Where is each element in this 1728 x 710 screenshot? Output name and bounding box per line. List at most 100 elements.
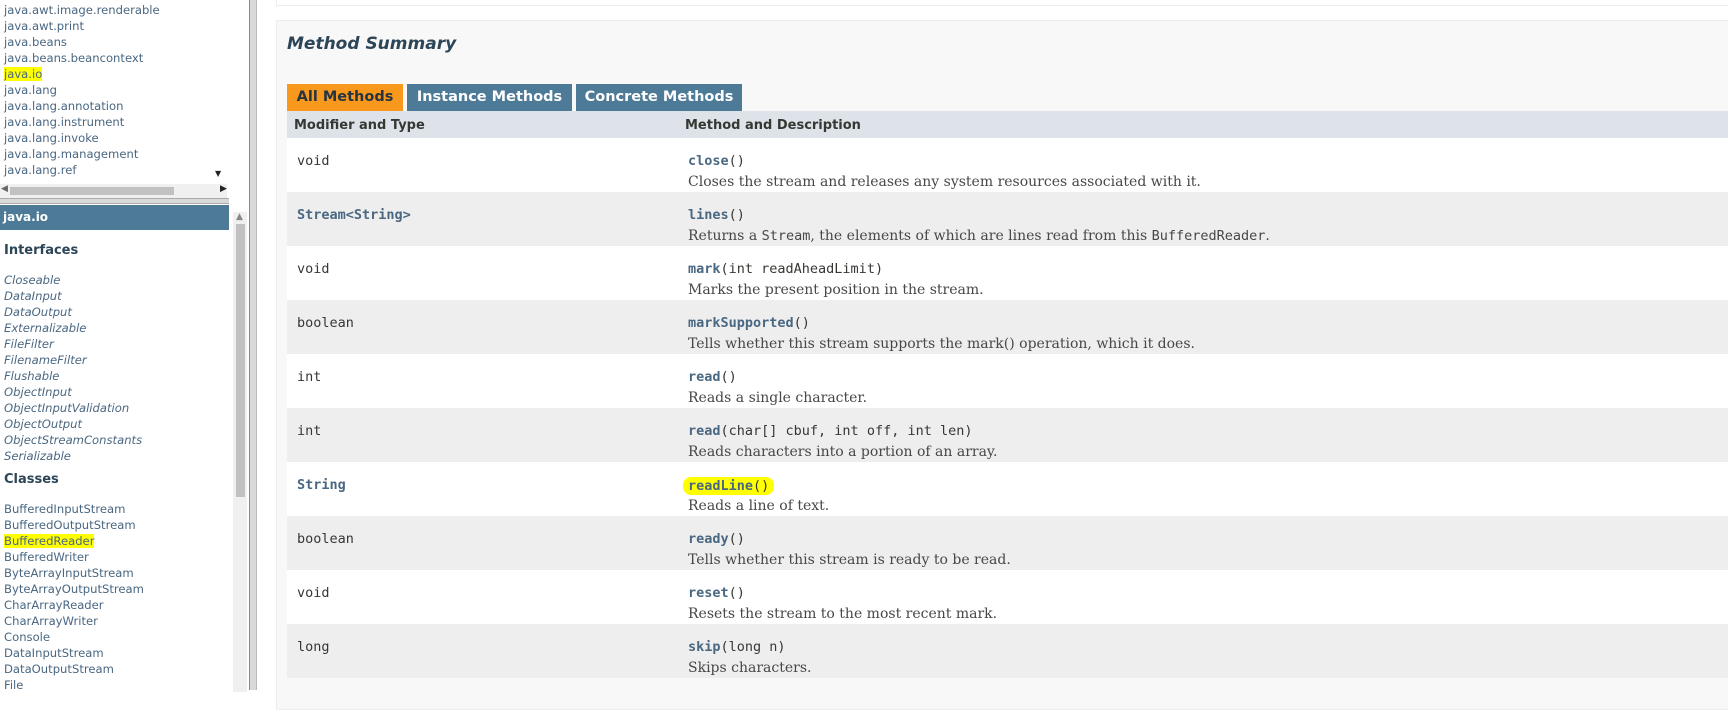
- package-link[interactable]: java.lang: [4, 82, 209, 98]
- method-description: Marks the present position in the stream…: [688, 282, 984, 298]
- class-link[interactable]: BufferedOutputStream: [4, 517, 209, 533]
- return-type: void: [297, 261, 330, 277]
- table-row: long skip(long n) Skips characters.: [287, 624, 1728, 678]
- package-header[interactable]: java.io: [0, 205, 229, 230]
- class-link[interactable]: CharArrayWriter: [4, 613, 209, 629]
- method-description: Closes the stream and releases any syste…: [688, 174, 1201, 190]
- return-type-link[interactable]: String: [297, 477, 346, 493]
- class-link[interactable]: ByteArrayOutputStream: [4, 581, 209, 597]
- method-description: Reads characters into a portion of an ar…: [688, 444, 998, 460]
- method-description: Reads a line of text.: [688, 498, 830, 514]
- method-signature: ready(): [688, 531, 745, 547]
- col-header-method: Method and Description: [685, 118, 861, 133]
- return-type: boolean: [297, 531, 354, 547]
- interface-link[interactable]: Closeable: [4, 272, 209, 288]
- scroll-right-arrow-icon[interactable]: ▶: [220, 184, 227, 194]
- method-description: Reads a single character.: [688, 390, 868, 406]
- interface-link[interactable]: ObjectInputValidation: [4, 400, 209, 416]
- type-link[interactable]: Stream: [762, 228, 811, 244]
- class-link-highlighted[interactable]: BufferedReader: [4, 533, 209, 549]
- package-link[interactable]: java.awt.image.renderable: [4, 2, 209, 18]
- scroll-up-arrow-icon[interactable]: ▲: [236, 212, 243, 222]
- class-link[interactable]: DataInputStream: [4, 645, 209, 661]
- method-link[interactable]: mark: [688, 261, 721, 277]
- method-signature: markSupported(): [688, 315, 810, 331]
- method-link[interactable]: reset: [688, 585, 729, 601]
- package-link[interactable]: java.awt.print: [4, 18, 209, 34]
- frame-splitter-vertical[interactable]: [249, 0, 257, 690]
- table-header: Modifier and Type Method and Description: [287, 111, 1728, 138]
- class-link[interactable]: Console: [4, 629, 209, 645]
- package-vertical-scrollbar[interactable]: ▼: [213, 0, 227, 180]
- package-link-highlighted[interactable]: java.io: [4, 66, 209, 82]
- table-row: boolean markSupported() Tells whether th…: [287, 300, 1728, 354]
- package-link[interactable]: java.lang.ref: [4, 162, 209, 178]
- method-link[interactable]: skip: [688, 639, 721, 655]
- table-row: void close() Closes the stream and relea…: [287, 138, 1728, 192]
- method-description: Tells whether this stream is ready to be…: [688, 552, 1011, 568]
- method-signature: skip(long n): [688, 639, 786, 655]
- class-link[interactable]: DataOutputStream: [4, 661, 209, 677]
- method-link[interactable]: ready: [688, 531, 729, 547]
- package-link[interactable]: java.lang.management: [4, 146, 209, 162]
- method-description: Returns a Stream, the elements of which …: [688, 228, 1270, 244]
- method-link[interactable]: close: [688, 153, 729, 169]
- method-link[interactable]: readLine: [688, 478, 753, 494]
- scroll-left-arrow-icon[interactable]: ◀: [1, 184, 8, 194]
- interface-link[interactable]: Serializable: [4, 448, 209, 464]
- scrollbar-thumb[interactable]: [10, 187, 174, 195]
- class-link[interactable]: BufferedWriter: [4, 549, 209, 565]
- method-description: Tells whether this stream supports the m…: [688, 336, 1195, 352]
- method-link[interactable]: markSupported: [688, 315, 794, 331]
- method-signature: read(): [688, 369, 737, 385]
- method-signature: mark(int readAheadLimit): [688, 261, 884, 277]
- class-vertical-scrollbar[interactable]: ▲: [233, 212, 247, 692]
- class-link[interactable]: File: [4, 677, 209, 690]
- interfaces-heading: Interfaces: [4, 243, 79, 258]
- tab-all-methods[interactable]: All Methods: [287, 84, 403, 111]
- return-type-link[interactable]: Stream<String>: [297, 207, 411, 223]
- scrollbar-thumb[interactable]: [236, 224, 245, 497]
- table-row: void mark(int readAheadLimit) Marks the …: [287, 246, 1728, 300]
- interface-link[interactable]: Flushable: [4, 368, 209, 384]
- package-link[interactable]: java.lang.annotation: [4, 98, 209, 114]
- method-link[interactable]: read: [688, 423, 721, 439]
- return-type: int: [297, 423, 322, 439]
- col-header-type: Modifier and Type: [294, 118, 425, 133]
- method-signature: lines(): [688, 207, 745, 223]
- package-link[interactable]: java.lang.instrument: [4, 114, 209, 130]
- method-link[interactable]: lines: [688, 207, 729, 223]
- package-link[interactable]: java.lang.invoke: [4, 130, 209, 146]
- method-signature: close(): [688, 153, 745, 169]
- table-row: int read() Reads a single character.: [287, 354, 1728, 408]
- interface-link[interactable]: FilenameFilter: [4, 352, 209, 368]
- class-link[interactable]: ByteArrayInputStream: [4, 565, 209, 581]
- table-row: int read(char[] cbuf, int off, int len) …: [287, 408, 1728, 462]
- interface-link[interactable]: ObjectInput: [4, 384, 209, 400]
- tab-concrete-methods[interactable]: Concrete Methods: [576, 84, 742, 111]
- interface-link[interactable]: Externalizable: [4, 320, 209, 336]
- class-link[interactable]: CharArrayReader: [4, 597, 209, 613]
- interface-link[interactable]: ObjectStreamConstants: [4, 432, 209, 448]
- scroll-down-arrow-icon[interactable]: ▼: [215, 169, 221, 178]
- class-link[interactable]: BufferedInputStream: [4, 501, 209, 517]
- method-signature: reset(): [688, 585, 745, 601]
- interface-link[interactable]: DataOutput: [4, 304, 209, 320]
- method-description: Resets the stream to the most recent mar…: [688, 606, 998, 622]
- return-type: void: [297, 585, 330, 601]
- frame-splitter[interactable]: [0, 198, 229, 204]
- package-link[interactable]: java.beans.beancontext: [4, 50, 209, 66]
- class-content-frame: Method Summary All Methods Instance Meth…: [257, 0, 1728, 710]
- previous-section-box: [276, 0, 1728, 6]
- class-list-frame: java.io Interfaces Closeable DataInput D…: [0, 205, 229, 690]
- table-row: String readLine() Reads a line of text.: [287, 462, 1728, 516]
- method-link[interactable]: read: [688, 369, 721, 385]
- method-signature: read(char[] cbuf, int off, int len): [688, 423, 973, 439]
- interface-link[interactable]: FileFilter: [4, 336, 209, 352]
- package-horizontal-scrollbar[interactable]: ◀ ▶: [0, 184, 227, 198]
- interface-link[interactable]: ObjectOutput: [4, 416, 209, 432]
- package-link[interactable]: java.beans: [4, 34, 209, 50]
- tab-instance-methods[interactable]: Instance Methods: [407, 84, 572, 111]
- interface-link[interactable]: DataInput: [4, 288, 209, 304]
- class-list-body: Interfaces Closeable DataInput DataOutpu…: [4, 241, 209, 690]
